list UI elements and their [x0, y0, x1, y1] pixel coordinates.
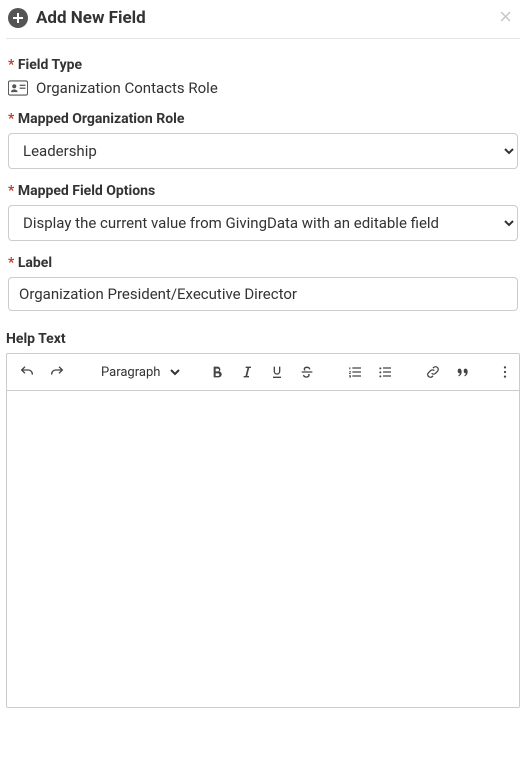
field-type-group: Field Type Organization Contacts Role	[8, 57, 518, 97]
mapped-role-group: Mapped Organization Role Leadership	[8, 111, 518, 169]
label-group: Label	[8, 255, 518, 311]
underline-button[interactable]	[263, 358, 291, 386]
italic-button[interactable]	[233, 358, 261, 386]
modal-title: Add New Field	[36, 8, 146, 28]
numbered-list-button[interactable]	[341, 358, 369, 386]
strikethrough-button[interactable]	[293, 358, 321, 386]
field-type-label: Field Type	[8, 57, 518, 73]
bold-button[interactable]	[203, 358, 231, 386]
plus-circle-icon	[8, 8, 28, 28]
bulleted-list-button[interactable]	[371, 358, 399, 386]
mapped-role-label: Mapped Organization Role	[8, 111, 518, 127]
mapped-options-select[interactable]: Display the current value from GivingDat…	[8, 205, 518, 241]
add-field-modal: Add New Field × Field Type Organization …	[0, 0, 526, 714]
redo-button[interactable]	[43, 358, 71, 386]
field-type-value-row: Organization Contacts Role	[8, 79, 518, 97]
editor-toolbar: Paragraph	[7, 354, 519, 391]
mapped-role-select[interactable]: Leadership	[8, 133, 518, 169]
help-text-body[interactable]	[7, 391, 519, 707]
mapped-options-group: Mapped Field Options Display the current…	[8, 183, 518, 241]
label-field-label: Label	[8, 255, 518, 271]
paragraph-style-select[interactable]: Paragraph	[91, 360, 183, 385]
label-input[interactable]	[8, 277, 518, 311]
close-button[interactable]: ×	[495, 4, 516, 30]
undo-button[interactable]	[13, 358, 41, 386]
modal-header: Add New Field ×	[6, 6, 520, 39]
mapped-options-label: Mapped Field Options	[8, 183, 518, 199]
form-area: Field Type Organization Contacts Role Ma…	[6, 39, 520, 708]
rich-text-editor: Paragraph	[6, 353, 520, 708]
more-options-button[interactable]	[491, 358, 519, 386]
help-text-label: Help Text	[6, 331, 520, 347]
blockquote-button[interactable]	[449, 358, 477, 386]
link-button[interactable]	[419, 358, 447, 386]
field-type-value: Organization Contacts Role	[36, 79, 218, 97]
contact-card-icon	[8, 80, 28, 96]
